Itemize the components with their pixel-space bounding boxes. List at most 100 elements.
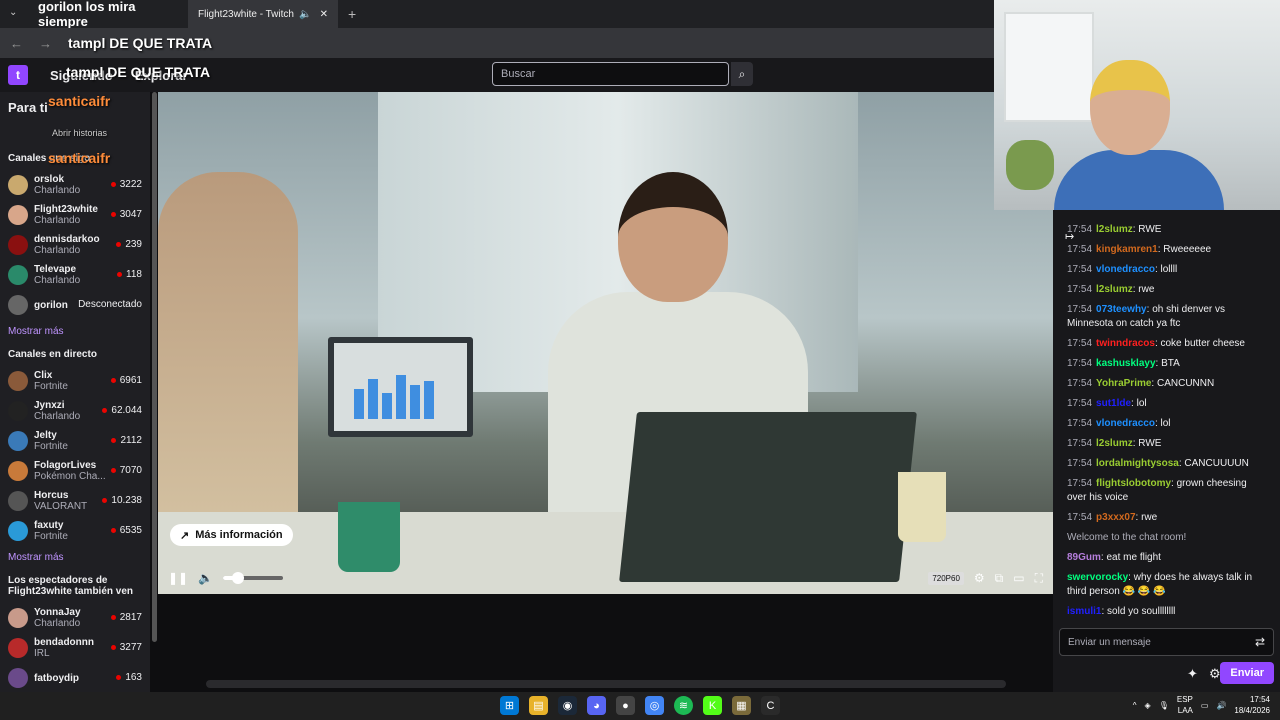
- forward-icon[interactable]: →: [39, 36, 52, 51]
- chat-timestamp: 17:54: [1067, 458, 1093, 469]
- channel-category: Charlando: [34, 245, 81, 256]
- search-icon[interactable]: ⌕: [731, 62, 753, 86]
- volume-icon[interactable]: 🔈: [198, 571, 213, 585]
- settings-icon[interactable]: ⚙: [974, 571, 985, 585]
- webcam-overlay: [994, 0, 1280, 210]
- volume-slider[interactable]: [223, 572, 284, 584]
- channel-name: Televape: [34, 264, 77, 275]
- chat-message: 17:54 l2slumz: rwe: [1053, 280, 1280, 300]
- chat-username[interactable]: l2slumz: [1096, 284, 1133, 295]
- steam-icon[interactable]: ◉: [558, 696, 577, 715]
- theatre-mode-icon[interactable]: ▭: [1013, 571, 1024, 585]
- channel-category: Charlando: [34, 411, 81, 422]
- external-link-icon: ↗: [180, 529, 190, 542]
- chat-timestamp: 17:54: [1067, 512, 1093, 523]
- sidebar-channel-gorilon[interactable]: gorilon Desconectado: [0, 290, 150, 320]
- sidebar-channel-jynxzi[interactable]: Jynxzi Charlando 62.044: [0, 396, 150, 426]
- chat-username[interactable]: l2slumz: [1096, 224, 1133, 235]
- translate-icon[interactable]: ⇄: [1255, 635, 1265, 649]
- chat-username[interactable]: lordalmightysosa: [1096, 458, 1179, 469]
- more-info-button[interactable]: ↗ Más información: [170, 524, 293, 546]
- twitch-logo-icon[interactable]: t: [8, 65, 28, 85]
- chat-username[interactable]: flightslobotomy: [1096, 478, 1171, 489]
- obs-icon[interactable]: ●: [616, 696, 635, 715]
- tab-list-chevron-icon[interactable]: ⌄: [9, 7, 17, 18]
- chat-text: lol: [1160, 418, 1171, 429]
- chat-username[interactable]: swervorocky: [1067, 572, 1128, 583]
- sidebar-channel-folagorlives[interactable]: FolagorLives Pokémon Cha... 7070: [0, 456, 150, 486]
- minecraft-icon[interactable]: ▦: [732, 696, 751, 715]
- chrome-icon[interactable]: ◎: [645, 696, 664, 715]
- sidebar-channel-fatboydip[interactable]: fatboydip 163: [0, 663, 150, 692]
- points-icon[interactable]: ✦: [1187, 666, 1198, 682]
- pause-icon[interactable]: ❚❚: [168, 571, 188, 585]
- chat-username[interactable]: p3xxx07: [1096, 512, 1135, 523]
- chat-username[interactable]: l2slumz: [1096, 438, 1133, 449]
- horizontal-scrollbar[interactable]: [206, 680, 1006, 688]
- fullscreen-icon[interactable]: ⛶: [1035, 571, 1043, 586]
- show-more-followed[interactable]: Mostrar más: [0, 320, 150, 343]
- channel-name: Jelty: [34, 430, 57, 441]
- avatar: [8, 461, 28, 481]
- volume-tray-icon[interactable]: 🔊: [1216, 701, 1226, 710]
- chat-username[interactable]: vlonedracco: [1096, 418, 1155, 429]
- sidebar-channel-jelty[interactable]: Jelty Fortnite 2112: [0, 426, 150, 456]
- discord-icon[interactable]: ◕: [587, 696, 606, 715]
- sidebar-channel-televape[interactable]: Televape Charlando 118: [0, 260, 150, 290]
- chat-message: 17:54 p3xxx07: rwe: [1053, 508, 1280, 528]
- new-tab-button[interactable]: +: [338, 0, 366, 28]
- chat-message: 17:54 vlonedracco: lol: [1053, 414, 1280, 434]
- browser-tab-gorilon[interactable]: gorilon los mira siempre: [28, 0, 188, 29]
- kick-icon[interactable]: K: [703, 696, 722, 715]
- file-explorer-icon[interactable]: ▤: [529, 696, 548, 715]
- spotify-icon[interactable]: ≋: [674, 696, 693, 715]
- avatar: [8, 491, 28, 511]
- clip-icon[interactable]: ⧉: [995, 571, 1004, 586]
- viewer-count: 2112: [111, 435, 142, 446]
- avatar: [8, 205, 28, 225]
- tray-chevron-icon[interactable]: ^: [1133, 701, 1137, 710]
- quality-badge: 720P60: [928, 571, 964, 585]
- sidebar-channel-clix[interactable]: Clix Fortnite 6961: [0, 366, 150, 396]
- back-icon[interactable]: ←: [10, 36, 23, 51]
- chat-timestamp: 17:54: [1067, 224, 1093, 235]
- sidebar-channel-orslok[interactable]: orslok Charlando 3222: [0, 170, 150, 200]
- chat-username[interactable]: 89Gum: [1067, 552, 1101, 563]
- video-scene-cup: [898, 472, 946, 542]
- sidebar-channel-dennisdarkoo[interactable]: dennisdarkoo Charlando 239: [0, 230, 150, 260]
- chat-username[interactable]: ismuli1: [1067, 606, 1101, 617]
- language-indicator[interactable]: ESP LAA: [1177, 694, 1193, 716]
- live-channels-list: Clix Fortnite 6961 Jynxzi Charlando 62.044 Jel…: [0, 366, 150, 546]
- chat-username[interactable]: kingkamren1: [1096, 244, 1158, 255]
- sidebar-channel-horcus[interactable]: Horcus VALORANT 10.238: [0, 486, 150, 516]
- microphone-icon[interactable]: 🎙: [1159, 701, 1169, 710]
- sidebar-channel-flight23white[interactable]: Flight23white Charlando 3047: [0, 200, 150, 230]
- windows-start-icon[interactable]: ⊞: [500, 696, 519, 715]
- chat-username[interactable]: YohraPrime: [1096, 378, 1151, 389]
- close-tab-icon[interactable]: ✕: [320, 9, 328, 20]
- send-button[interactable]: Enviar: [1220, 662, 1274, 684]
- mute-icon[interactable]: 🔈: [299, 9, 311, 20]
- show-more-live[interactable]: Mostrar más: [0, 546, 150, 569]
- chat-username[interactable]: kashusklayy: [1096, 358, 1156, 369]
- video-player[interactable]: ↗ Más información ❚❚ 🔈 720P60 ⚙ ⧉ ▭ ⛶: [158, 92, 1053, 594]
- sidebar-channel-yonnajay[interactable]: YonnaJay Charlando 2817: [0, 603, 150, 633]
- search-input[interactable]: Buscar: [492, 62, 729, 86]
- chat-settings-icon[interactable]: ⚙: [1209, 666, 1221, 682]
- chat-username[interactable]: twinndracos: [1096, 338, 1155, 349]
- chat-input[interactable]: Enviar un mensaje ⇄: [1059, 628, 1274, 656]
- sidebar-scrollbar[interactable]: [150, 92, 158, 692]
- sidebar-channel-bendadonnn[interactable]: bendadonnn IRL 3277: [0, 633, 150, 663]
- chat-username[interactable]: sut1lde: [1096, 398, 1131, 409]
- chat-message: 89Gum: eat me flight: [1053, 548, 1280, 568]
- clock[interactable]: 17:54 18/4/2026: [1234, 694, 1270, 716]
- sidebar-channel-faxuty[interactable]: faxuty Fortnite 6535: [0, 516, 150, 546]
- chat-input-placeholder: Enviar un mensaje: [1068, 637, 1151, 648]
- browser-tab-twitch[interactable]: Flight23white - Twitch 🔈 ✕: [188, 0, 338, 28]
- viewer-count: 3047: [111, 209, 142, 220]
- network-icon[interactable]: ▭: [1201, 701, 1209, 710]
- chat-username[interactable]: vlonedracco: [1096, 264, 1155, 275]
- tray-app-icon[interactable]: ◈: [1145, 701, 1151, 710]
- ccleaner-icon[interactable]: C: [761, 696, 780, 715]
- chat-username[interactable]: 073teewhy: [1096, 304, 1147, 315]
